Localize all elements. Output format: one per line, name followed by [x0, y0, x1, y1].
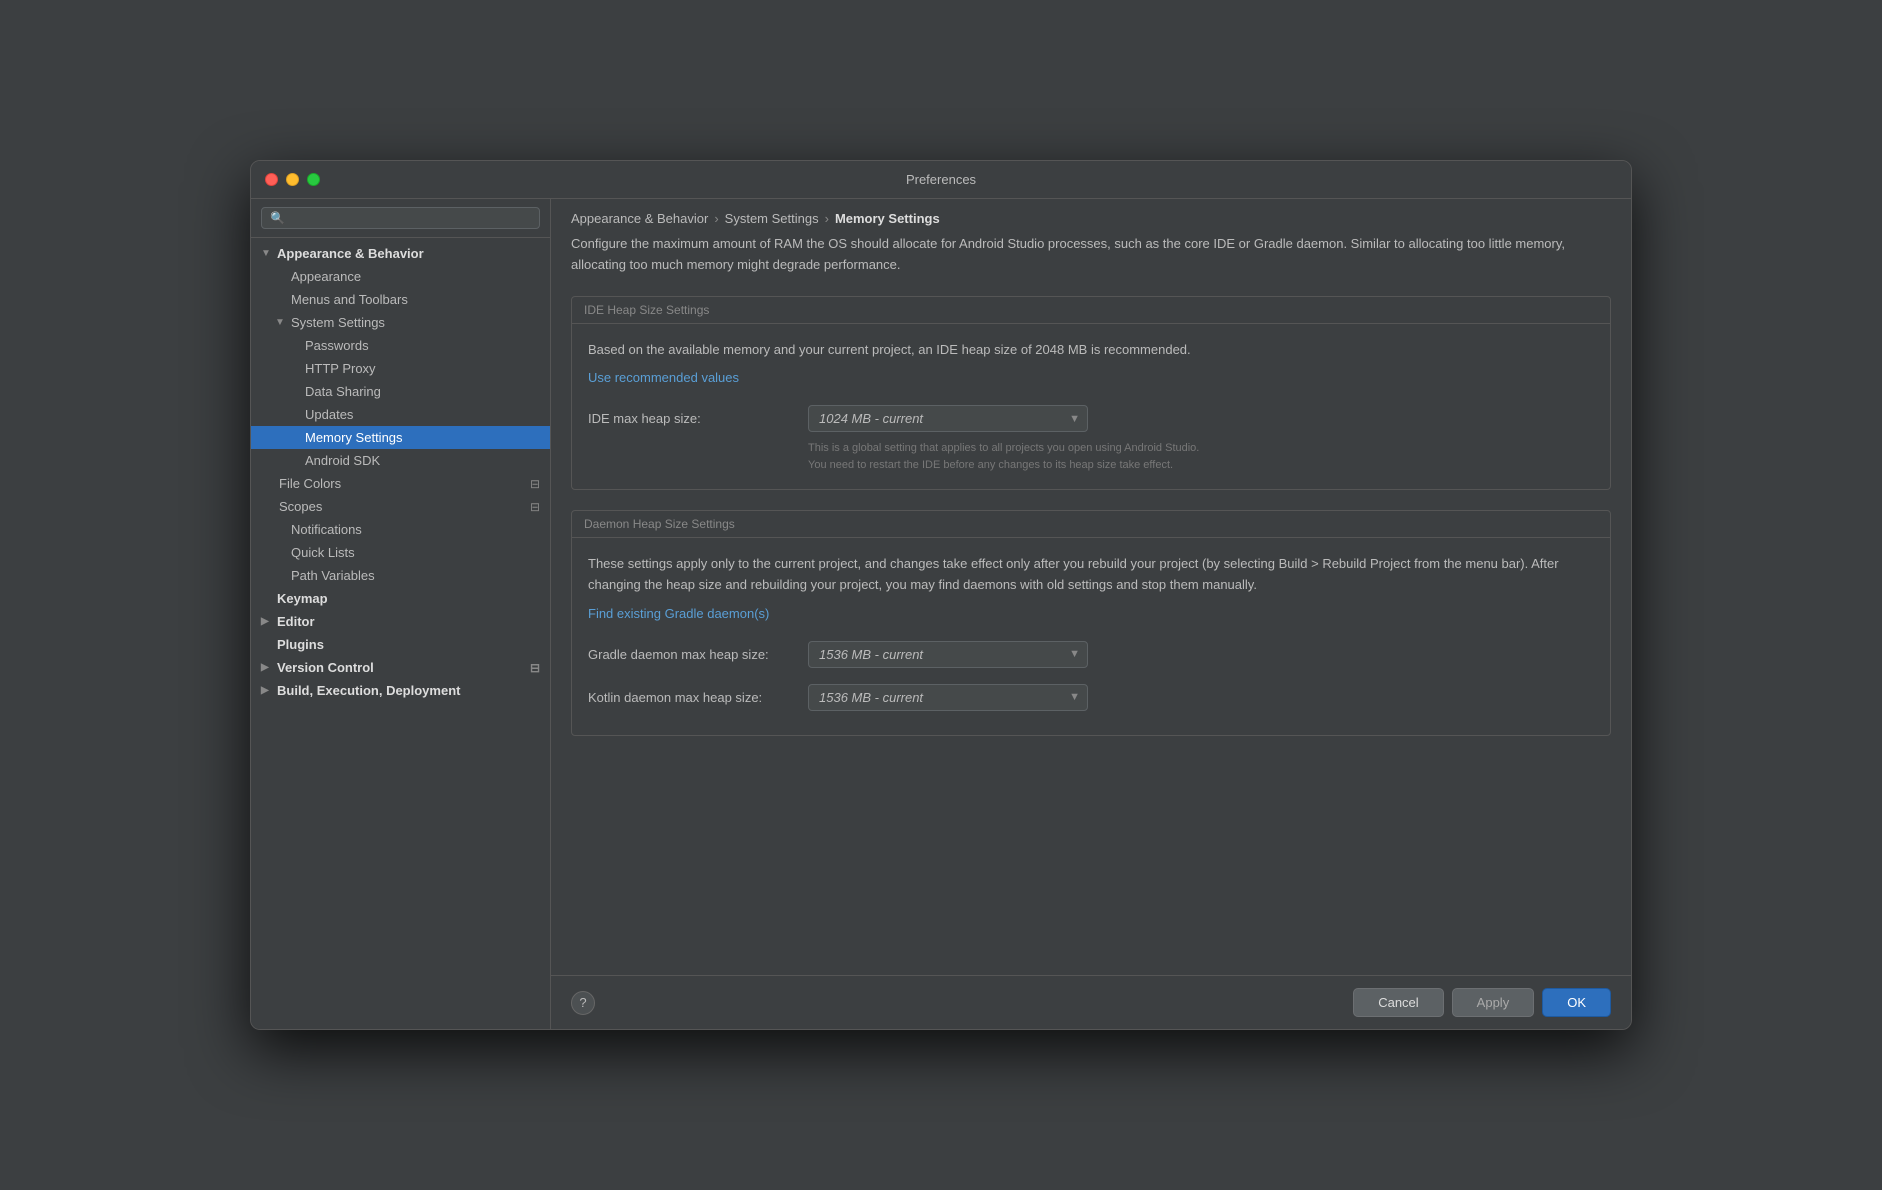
search-input-wrap[interactable]: 🔍	[261, 207, 540, 229]
ide-heap-body: Based on the available memory and your c…	[572, 324, 1610, 490]
daemon-description: These settings apply only to the current…	[588, 554, 1594, 596]
sidebar-item-path-variables[interactable]: Path Variables	[251, 564, 550, 587]
find-gradle-daemon-link[interactable]: Find existing Gradle daemon(s)	[588, 606, 769, 621]
main-content: 🔍 ▼ Appearance & Behavior Appearance	[251, 199, 1631, 1029]
gradle-daemon-select-wrap: 512 MB 750 MB 1024 MB 1536 MB - current …	[808, 641, 1088, 668]
sidebar-item-label: Plugins	[277, 637, 324, 652]
sidebar-item-plugins[interactable]: Plugins	[251, 633, 550, 656]
expand-arrow: ▼	[275, 317, 287, 328]
sidebar-item-keymap[interactable]: Keymap	[251, 587, 550, 610]
sidebar-item-http-proxy[interactable]: HTTP Proxy	[251, 357, 550, 380]
cancel-button[interactable]: Cancel	[1353, 988, 1443, 1017]
sidebar-item-data-sharing[interactable]: Data Sharing	[251, 380, 550, 403]
traffic-lights	[265, 173, 320, 186]
sidebar-item-quick-lists[interactable]: Quick Lists	[251, 541, 550, 564]
search-input[interactable]	[291, 211, 531, 225]
daemon-heap-body: These settings apply only to the current…	[572, 538, 1610, 735]
sidebar-item-label: Data Sharing	[305, 384, 381, 399]
sidebar-item-build-execution[interactable]: ▶ Build, Execution, Deployment	[251, 679, 550, 702]
sidebar-item-label: Keymap	[277, 591, 328, 606]
action-buttons: Cancel Apply OK	[1353, 988, 1611, 1017]
sidebar-item-label: Editor	[277, 614, 315, 629]
apply-button[interactable]: Apply	[1452, 988, 1535, 1017]
breadcrumb: Appearance & Behavior › System Settings …	[551, 199, 1631, 234]
breadcrumb-sep2: ›	[825, 211, 829, 226]
sidebar-item-label: Build, Execution, Deployment	[277, 683, 460, 698]
help-button[interactable]: ?	[571, 991, 595, 1015]
kotlin-daemon-select[interactable]: 512 MB 750 MB 1024 MB 1536 MB - current …	[808, 684, 1088, 711]
window-title: Preferences	[906, 172, 976, 187]
preferences-window: Preferences 🔍 ▼ Appearance & Behavior	[250, 160, 1632, 1030]
description-text: Configure the maximum amount of RAM the …	[571, 234, 1611, 276]
content-area: Appearance & Behavior › System Settings …	[551, 199, 1631, 1029]
sidebar-item-label: File Colors	[279, 476, 341, 491]
sidebar-item-system-settings[interactable]: ▼ System Settings	[251, 311, 550, 334]
ide-heap-select-wrap: 512 MB 750 MB 1024 MB - current 2048 MB …	[808, 405, 1088, 432]
expand-arrow: ▼	[261, 248, 273, 259]
sidebar-item-version-control[interactable]: ▶ Version Control ⊟	[251, 656, 550, 679]
kotlin-daemon-row: Kotlin daemon max heap size: 512 MB 750 …	[588, 684, 1594, 711]
sidebar-item-label: Path Variables	[291, 568, 375, 583]
content-scroll: Configure the maximum amount of RAM the …	[551, 234, 1631, 975]
close-button[interactable]	[265, 173, 278, 186]
breadcrumb-part1: Appearance & Behavior	[571, 211, 708, 226]
use-recommended-link[interactable]: Use recommended values	[588, 370, 739, 385]
sidebar-item-label: Passwords	[305, 338, 369, 353]
gradle-daemon-label: Gradle daemon max heap size:	[588, 647, 788, 662]
sidebar-item-label: Appearance & Behavior	[277, 246, 424, 261]
sidebar-item-label: Menus and Toolbars	[291, 292, 408, 307]
sidebar-item-menus-toolbars[interactable]: Menus and Toolbars	[251, 288, 550, 311]
gradle-daemon-row: Gradle daemon max heap size: 512 MB 750 …	[588, 641, 1594, 668]
sidebar-item-label: Appearance	[291, 269, 361, 284]
sidebar-item-file-colors[interactable]: File Colors ⊟	[251, 472, 550, 495]
sidebar-item-passwords[interactable]: Passwords	[251, 334, 550, 357]
minimize-button[interactable]	[286, 173, 299, 186]
sidebar-item-appearance[interactable]: Appearance	[251, 265, 550, 288]
sidebar: 🔍 ▼ Appearance & Behavior Appearance	[251, 199, 551, 1029]
sidebar-item-label: Updates	[305, 407, 353, 422]
settings-icon: ⊟	[530, 661, 540, 675]
breadcrumb-sep1: ›	[714, 211, 718, 226]
ide-heap-select[interactable]: 512 MB 750 MB 1024 MB - current 2048 MB …	[808, 405, 1088, 432]
sidebar-item-label: Memory Settings	[305, 430, 403, 445]
sidebar-item-label: HTTP Proxy	[305, 361, 376, 376]
settings-icon: ⊟	[530, 477, 540, 491]
sidebar-item-appearance-behavior[interactable]: ▼ Appearance & Behavior	[251, 242, 550, 265]
sidebar-item-label: Quick Lists	[291, 545, 355, 560]
ok-button[interactable]: OK	[1542, 988, 1611, 1017]
search-icon: 🔍	[270, 211, 285, 225]
sidebar-item-memory-settings[interactable]: Memory Settings	[251, 426, 550, 449]
search-bar: 🔍	[251, 199, 550, 238]
ide-heap-row: IDE max heap size: 512 MB 750 MB 1024 MB…	[588, 405, 1594, 432]
sidebar-tree: ▼ Appearance & Behavior Appearance Menus…	[251, 238, 550, 1029]
daemon-heap-header: Daemon Heap Size Settings	[572, 511, 1610, 538]
sidebar-item-updates[interactable]: Updates	[251, 403, 550, 426]
ide-heap-label: IDE max heap size:	[588, 411, 788, 426]
kotlin-daemon-select-wrap: 512 MB 750 MB 1024 MB 1536 MB - current …	[808, 684, 1088, 711]
sidebar-item-label: Scopes	[279, 499, 322, 514]
sidebar-item-label: System Settings	[291, 315, 385, 330]
sidebar-item-scopes[interactable]: Scopes ⊟	[251, 495, 550, 518]
sidebar-item-label: Version Control	[277, 660, 374, 675]
gradle-daemon-select[interactable]: 512 MB 750 MB 1024 MB 1536 MB - current …	[808, 641, 1088, 668]
breadcrumb-part3: Memory Settings	[835, 211, 940, 226]
ide-heap-header: IDE Heap Size Settings	[572, 297, 1610, 324]
sidebar-item-label: Android SDK	[305, 453, 380, 468]
kotlin-daemon-label: Kotlin daemon max heap size:	[588, 690, 788, 705]
sidebar-item-editor[interactable]: ▶ Editor	[251, 610, 550, 633]
settings-icon: ⊟	[530, 500, 540, 514]
maximize-button[interactable]	[307, 173, 320, 186]
title-bar: Preferences	[251, 161, 1631, 199]
recommendation-text: Based on the available memory and your c…	[588, 340, 1594, 361]
breadcrumb-part2: System Settings	[725, 211, 819, 226]
ide-heap-section: IDE Heap Size Settings Based on the avai…	[571, 296, 1611, 491]
sidebar-item-android-sdk[interactable]: Android SDK	[251, 449, 550, 472]
sidebar-item-notifications[interactable]: Notifications	[251, 518, 550, 541]
ide-heap-hint: This is a global setting that applies to…	[808, 440, 1594, 473]
bottom-bar: ? Cancel Apply OK	[551, 975, 1631, 1029]
sidebar-item-label: Notifications	[291, 522, 362, 537]
daemon-heap-section: Daemon Heap Size Settings These settings…	[571, 510, 1611, 736]
